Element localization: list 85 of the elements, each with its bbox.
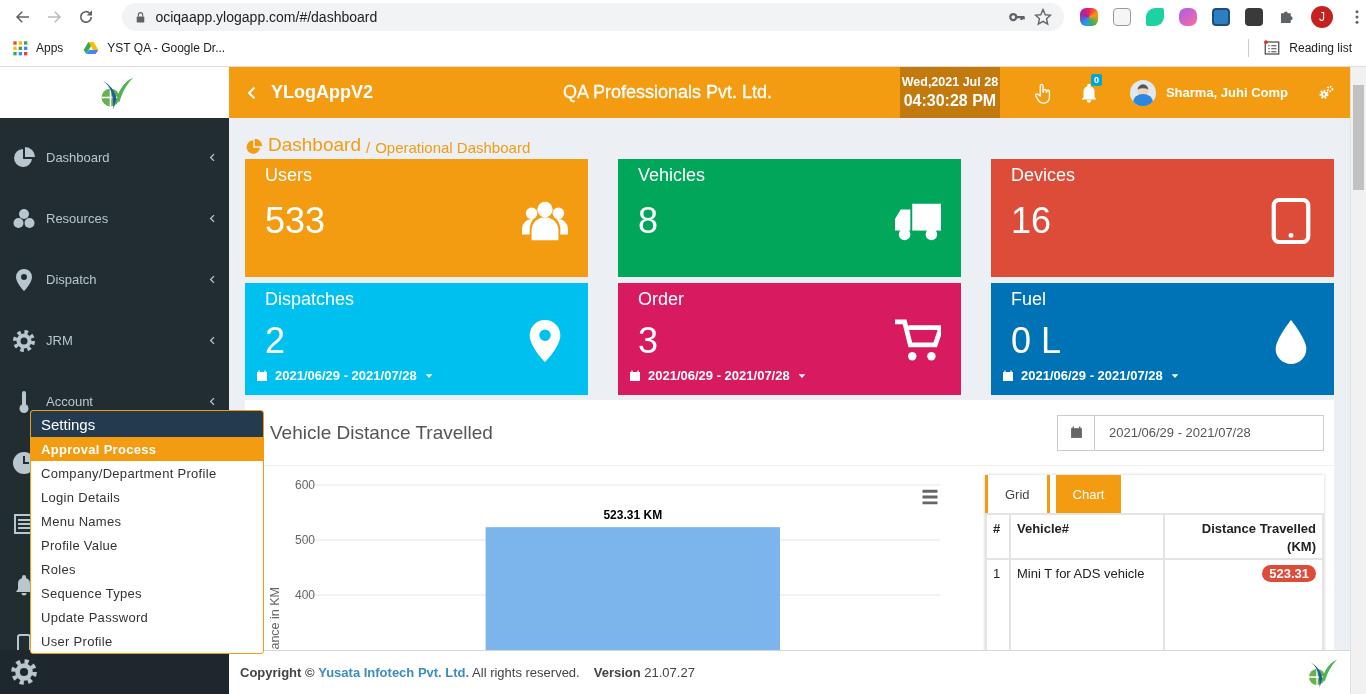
menu-item[interactable]: Update Password (31, 605, 263, 629)
tile-value: 8 (638, 200, 659, 242)
company-link[interactable]: Yusata Infotech Pvt. Ltd. (318, 665, 470, 680)
tile-title: Users (265, 165, 313, 186)
address-bar[interactable]: ociqaapp.ylogapp.com/#/dashboard (122, 3, 1064, 31)
menu-item[interactable]: Login Details (31, 485, 263, 509)
date-range-field[interactable]: 2021/06/29 - 2021/07/28 (1057, 414, 1324, 451)
calendar-icon (629, 369, 641, 382)
sidebar-item[interactable]: Account (46, 394, 198, 409)
tile-value: 2 (265, 320, 286, 362)
menu-title: Settings (31, 411, 263, 437)
sidebar-item[interactable]: Resources (46, 211, 198, 226)
avatar-icon (1129, 79, 1156, 106)
column-header: Distance Travelled (KM) (1164, 514, 1323, 560)
panel-title: Vehicle Distance Travelled (270, 421, 493, 444)
menu-item[interactable]: User Profile (31, 629, 263, 653)
bookmark-link[interactable]: Apps (12, 40, 64, 56)
tile-title: Order (638, 289, 685, 310)
date-range-picker[interactable]: 2021/06/29 - 2021/07/28 (1002, 368, 1314, 383)
axis-tick-label: 400 (294, 588, 315, 602)
sidebar-item[interactable]: JRM (46, 333, 198, 348)
app-name: YLogAppV2 (271, 82, 373, 103)
scrollbar[interactable] (1350, 67, 1366, 694)
calendar-icon (256, 369, 268, 382)
table-cell: Mini T for ADS vehicle (1010, 559, 1164, 588)
clock-time: 04:30:28 PM (903, 92, 997, 110)
tile-value: 0 L (1011, 320, 1062, 362)
sidebar-item[interactable]: Dispatch (46, 272, 198, 287)
breadcrumb-separator: / (365, 139, 371, 156)
menu-item[interactable]: Company/Department Profile (31, 461, 263, 485)
extension-icon[interactable] (1080, 8, 1098, 26)
bookmark-link[interactable]: YST QA - Google Dr... (83, 40, 226, 56)
reading-list-button[interactable]: Reading list (1263, 39, 1352, 57)
page-subtitle: Operational Dashboard (375, 139, 531, 156)
distance-badge: 523.31 (1262, 565, 1316, 583)
column-header: # (986, 514, 1010, 560)
settings-icon[interactable] (10, 658, 38, 686)
chevron-left-icon (208, 214, 217, 223)
extension-icon[interactable] (1245, 8, 1263, 26)
tile-value: 533 (265, 200, 326, 242)
profile-avatar[interactable]: J (1311, 6, 1333, 28)
menu-item[interactable]: Menu Names (31, 509, 263, 533)
version-text: Version 21.07.27 (593, 665, 695, 680)
copyright-text: Copyright © Yusata Infotech Pvt. Ltd. All rights reserved. (240, 665, 580, 680)
extension-icon[interactable] (1212, 8, 1230, 26)
table-cell: 1 (986, 559, 1010, 588)
calendar-icon (1069, 426, 1083, 439)
apps-grid-icon (12, 40, 28, 56)
menu-item[interactable]: Sequence Types (31, 581, 263, 605)
cog-icon (12, 328, 36, 353)
company-name: QA Professionals Pvt. Ltd. (561, 82, 773, 103)
tab[interactable]: Grid (985, 475, 1050, 513)
chevron-left-icon (208, 153, 217, 162)
menu-item[interactable]: Profile Value (31, 533, 263, 557)
star-icon[interactable] (1034, 8, 1052, 26)
date-text: Wed,2021 Jul 28 (901, 75, 999, 89)
column-header: Vehicle# (1010, 514, 1164, 560)
tile-value: 16 (1011, 200, 1052, 242)
chevron-left-icon (208, 336, 217, 345)
axis-tick-label: 600 (294, 478, 315, 492)
tile-value: 3 (638, 320, 659, 362)
menu-icon[interactable] (922, 491, 938, 503)
cart-icon (895, 318, 941, 364)
axis-tick-label: 500 (294, 533, 315, 547)
back-arrow-icon[interactable] (14, 8, 32, 26)
page-title: Dashboard (268, 134, 361, 156)
circles-icon (12, 206, 36, 231)
extension-icon[interactable] (1179, 8, 1197, 26)
calendar-icon (1002, 369, 1014, 382)
pie-chart-icon (12, 145, 36, 170)
axis-title: ance in KM (268, 587, 282, 650)
data-label: 523.31 KM (603, 508, 663, 523)
date-range-picker[interactable]: 2021/06/29 - 2021/07/28 (629, 368, 941, 383)
tile-title: Fuel (1011, 289, 1047, 310)
tile-title: Dispatches (265, 289, 356, 310)
tile-title: Vehicles (638, 165, 707, 186)
chevron-left-icon (208, 397, 217, 406)
menu-item[interactable]: Roles (31, 557, 263, 581)
chevron-left-icon (208, 275, 217, 284)
tile-title: Devices (1011, 165, 1077, 186)
triangle-icon (83, 40, 100, 56)
sidebar-item[interactable]: Dashboard (46, 150, 198, 165)
list-icon (1263, 39, 1282, 57)
pie-chart-icon (245, 138, 263, 156)
notification-badge: 0 (1090, 73, 1102, 86)
